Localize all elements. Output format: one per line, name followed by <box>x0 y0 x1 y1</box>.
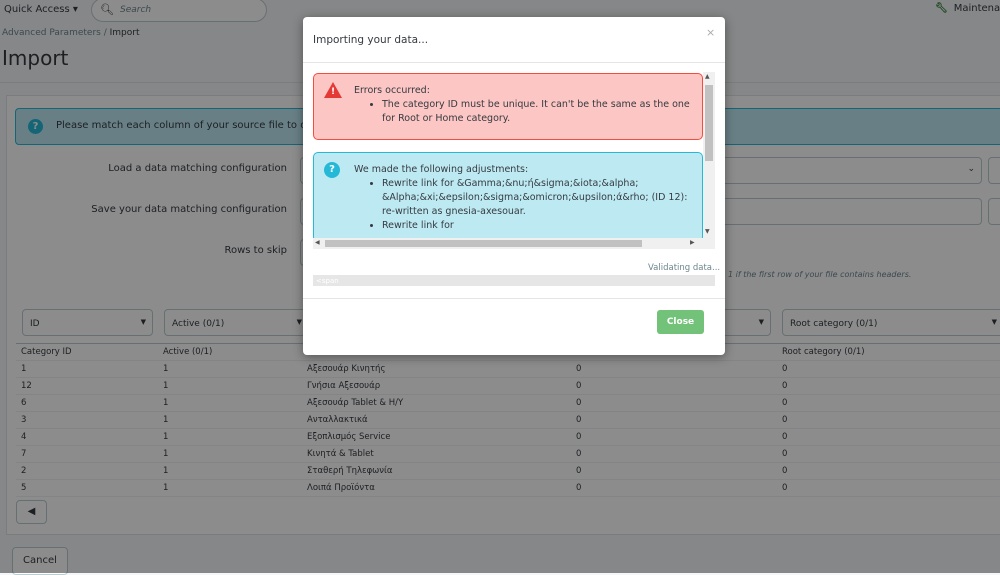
errors-title: Errors occurred: <box>354 84 692 98</box>
divider <box>303 62 725 63</box>
close-icon[interactable]: × <box>706 26 715 39</box>
messages-scroll-area[interactable]: ! Errors occurred: The category ID must … <box>313 72 715 249</box>
divider <box>303 298 725 299</box>
close-button[interactable]: Close <box>657 310 704 334</box>
adjustments-title: We made the following adjustments: <box>354 163 692 177</box>
error-item: The category ID must be unique. It can't… <box>382 98 692 126</box>
adjustment-item: Rewrite link for &Gamma;&nu;ή&sigma;&iot… <box>382 177 692 219</box>
modal-title: Importing your data... <box>313 34 428 46</box>
help-icon: ? <box>324 162 340 178</box>
progress-fill: <span <box>313 275 715 286</box>
progress-bar: <span <box>313 275 715 286</box>
import-modal: Importing your data... × ! Errors occurr… <box>303 17 725 355</box>
vertical-scrollbar[interactable]: ▲▼ <box>703 72 715 238</box>
adjustments-alert: ? We made the following adjustments: Rew… <box>313 152 703 242</box>
horizontal-scrollbar[interactable]: ◀▶ <box>313 238 715 249</box>
error-alert: ! Errors occurred: The category ID must … <box>313 73 703 140</box>
status-text: Validating data... <box>648 263 720 273</box>
progress-text: <span <box>313 277 339 285</box>
warning-icon: ! <box>324 82 342 98</box>
adjustment-item: Rewrite link for <box>382 219 692 233</box>
